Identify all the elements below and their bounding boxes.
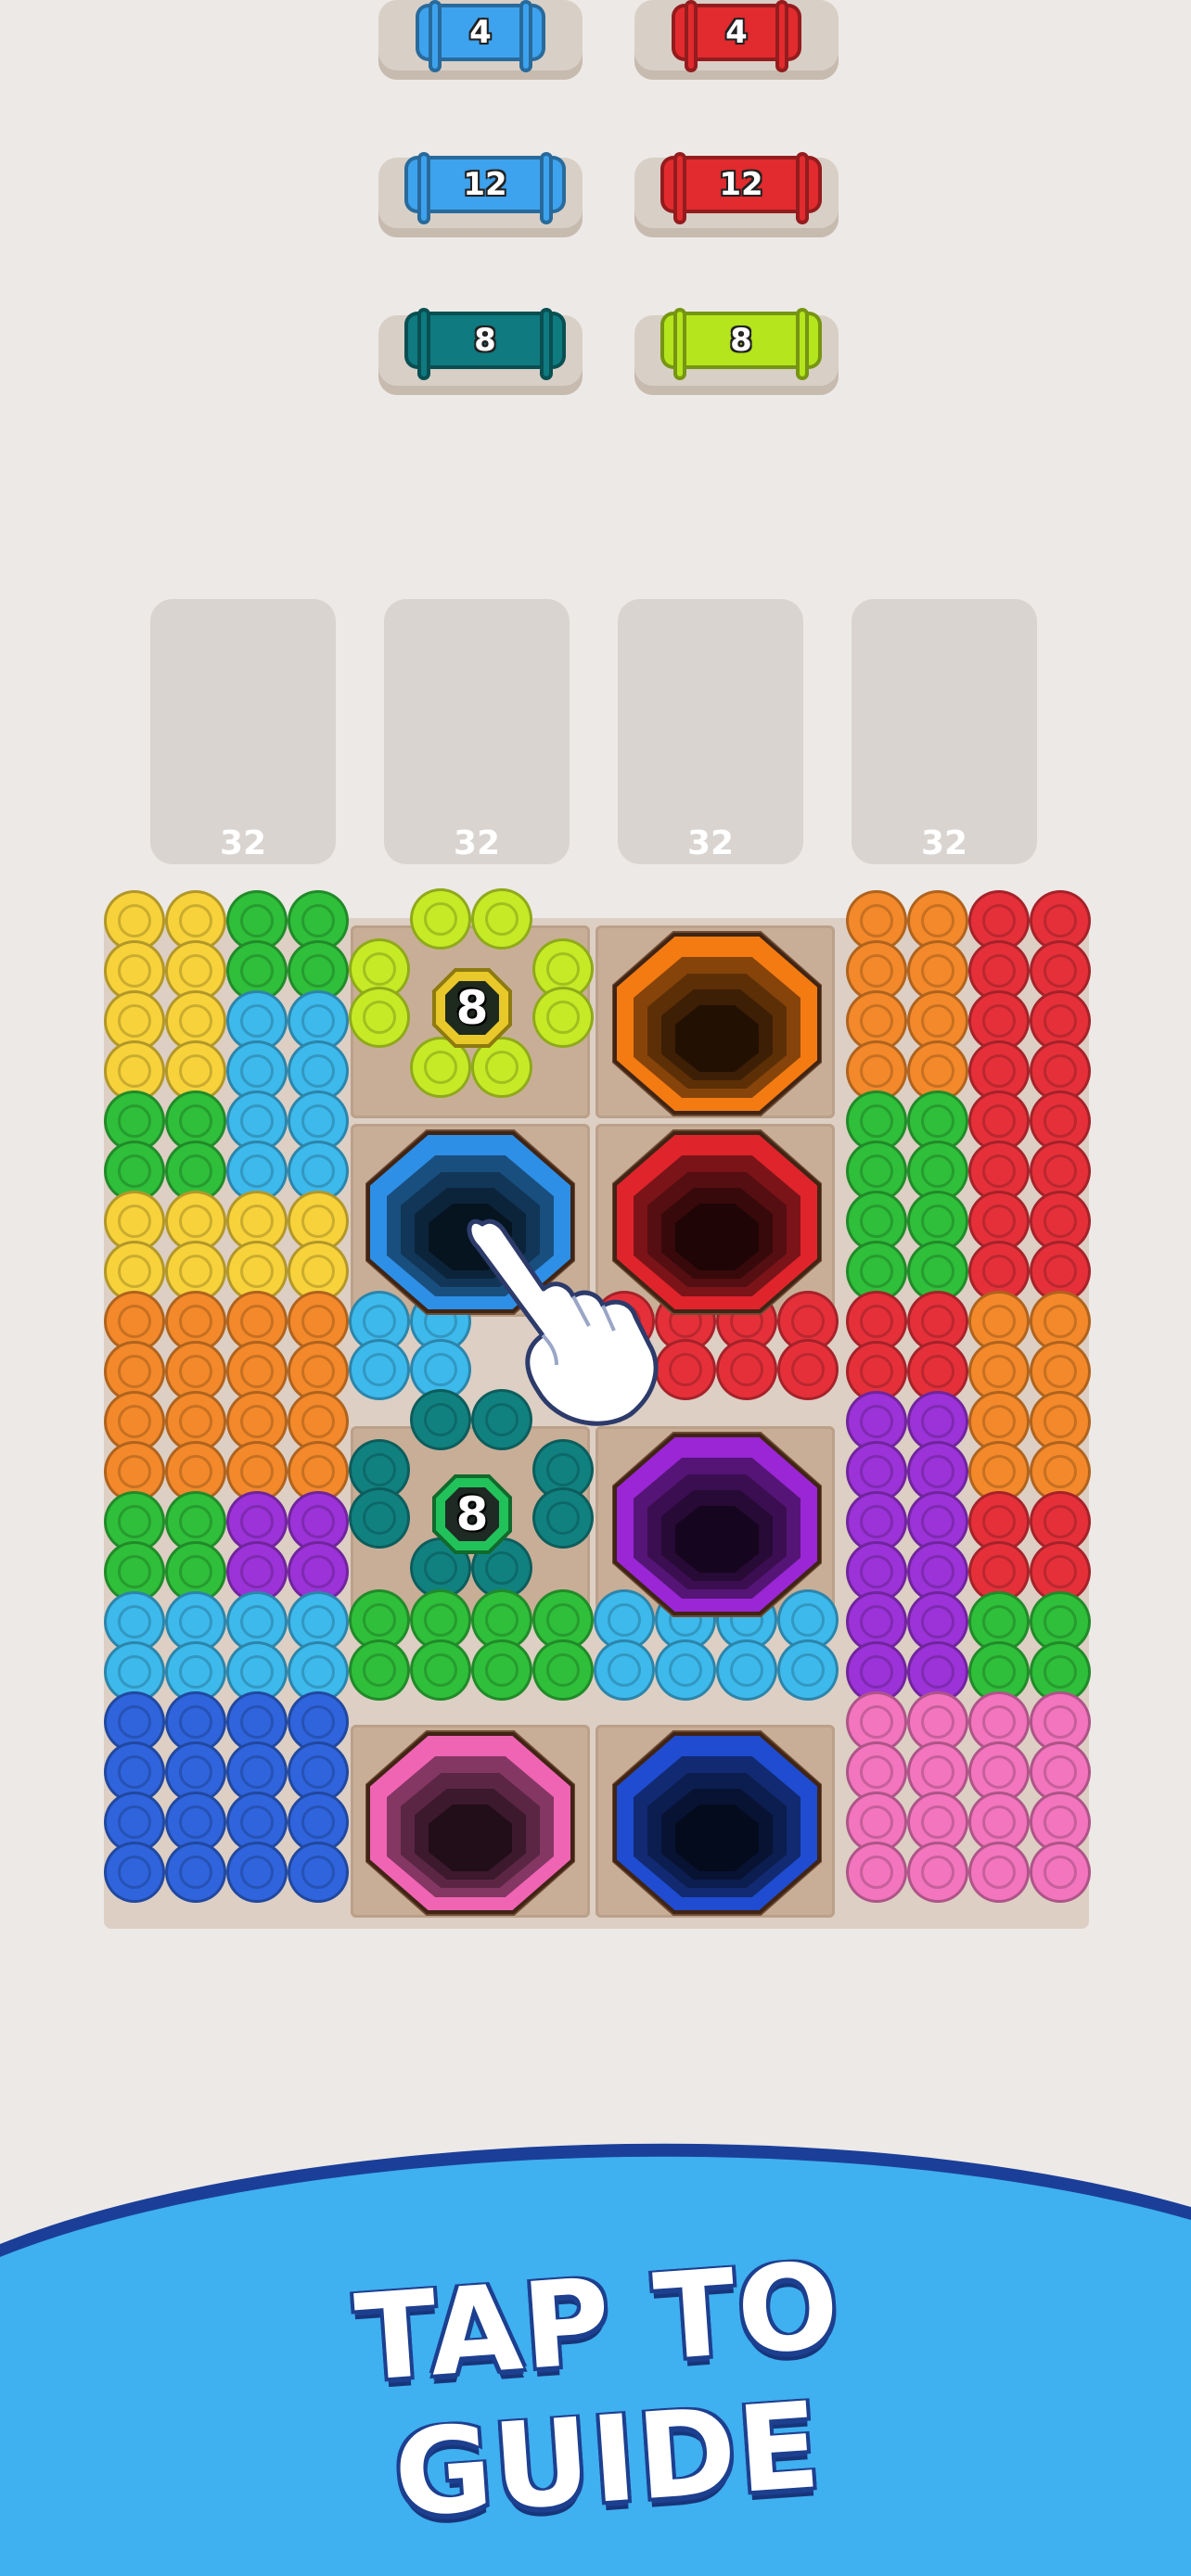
yarn-ball-lime[interactable] (349, 987, 410, 1048)
spool-cap (775, 0, 788, 72)
spool-cap (519, 0, 532, 72)
yarn-ball-sky[interactable] (777, 1639, 839, 1701)
slot-2[interactable]: 32 (384, 599, 570, 864)
yarn-ball-green[interactable] (410, 1639, 471, 1701)
yarn-ball-green[interactable] (349, 1639, 410, 1701)
orange-hole[interactable] (612, 927, 822, 1116)
yarn-ball-blue[interactable] (288, 1842, 349, 1903)
yarn-ball-pink[interactable] (846, 1842, 907, 1903)
lime-counter[interactable]: 8 (430, 966, 514, 1050)
spool-count: 4 (469, 14, 492, 51)
yarn-ball-sky[interactable] (349, 1339, 410, 1400)
slot-capacity: 32 (920, 824, 968, 862)
thread-spool[interactable]: 4 (416, 0, 545, 72)
spool-count: 12 (719, 166, 763, 203)
spool-count: 4 (725, 14, 748, 51)
yarn-ball-teal[interactable] (532, 1487, 594, 1549)
counter-value: 8 (455, 981, 489, 1035)
yarn-ball-green[interactable] (532, 1639, 594, 1701)
pink-hole[interactable] (365, 1727, 575, 1916)
spool-count: 8 (474, 322, 496, 359)
thread-spool[interactable]: 8 (404, 308, 566, 380)
pointing-hand-icon (467, 1218, 659, 1426)
navy-hole[interactable] (612, 1727, 822, 1916)
yarn-ball-sky[interactable] (716, 1639, 777, 1701)
spool-cap (540, 308, 553, 380)
yarn-ball-teal[interactable] (410, 1389, 471, 1450)
yarn-ball-red[interactable] (777, 1339, 839, 1400)
thread-spool[interactable]: 4 (672, 0, 801, 72)
slot-capacity: 32 (686, 824, 735, 862)
yarn-ball-sky[interactable] (655, 1639, 716, 1701)
yarn-ball-lime[interactable] (532, 987, 594, 1048)
spool-cap (540, 152, 553, 224)
spool-cap (417, 152, 430, 224)
spool-cap (429, 0, 442, 72)
teal-counter[interactable]: 8 (430, 1473, 514, 1556)
thread-spool[interactable]: 12 (660, 152, 822, 224)
spool-cap (417, 308, 430, 380)
game-stage: 4 4 12 12 8 8 32 32 32 32 8 8 TAP TO GUIDE (0, 0, 1191, 2576)
slot-1[interactable]: 32 (150, 599, 336, 864)
yarn-ball-pink[interactable] (968, 1842, 1030, 1903)
yarn-ball-teal[interactable] (349, 1487, 410, 1549)
thread-spool[interactable]: 8 (660, 308, 822, 380)
thread-spool[interactable]: 12 (404, 152, 566, 224)
yarn-ball-red[interactable] (716, 1339, 777, 1400)
yarn-ball-lime[interactable] (410, 888, 471, 950)
spool-cap (673, 308, 686, 380)
yarn-ball-sky[interactable] (594, 1639, 655, 1701)
slot-3[interactable]: 32 (618, 599, 803, 864)
slot-capacity: 32 (219, 824, 267, 862)
yarn-ball-blue[interactable] (226, 1842, 288, 1903)
yarn-ball-pink[interactable] (907, 1842, 968, 1903)
spool-cap (673, 152, 686, 224)
spool-count: 8 (730, 322, 752, 359)
slot-capacity: 32 (453, 824, 501, 862)
spool-count: 12 (463, 166, 507, 203)
yarn-ball-lime[interactable] (471, 888, 532, 950)
yarn-ball-pink[interactable] (1030, 1842, 1091, 1903)
spool-cap (685, 0, 698, 72)
spool-cap (796, 308, 809, 380)
spool-cap (796, 152, 809, 224)
yarn-ball-blue[interactable] (165, 1842, 226, 1903)
yarn-ball-green[interactable] (471, 1639, 532, 1701)
counter-value: 8 (455, 1487, 489, 1541)
slot-4[interactable]: 32 (852, 599, 1037, 864)
purple-hole[interactable] (612, 1428, 822, 1617)
yarn-ball-blue[interactable] (104, 1842, 165, 1903)
